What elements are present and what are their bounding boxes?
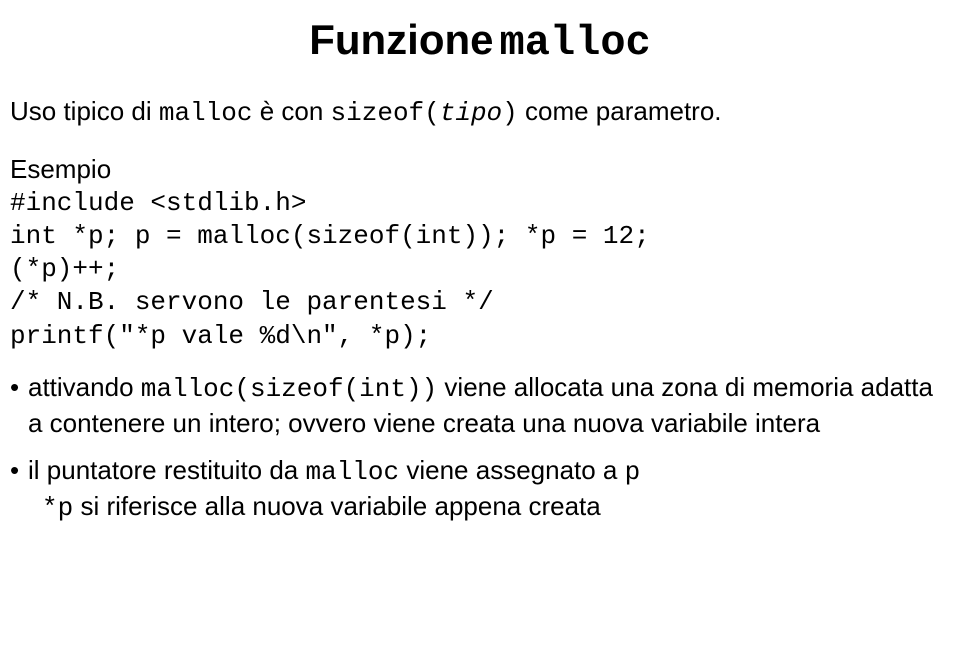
bullet-item-2: il puntatore restituito da malloc viene …	[10, 454, 950, 526]
title-word: Funzione	[309, 16, 493, 63]
example-label: Esempio	[10, 154, 950, 185]
slide-title: Funzionemalloc	[10, 16, 950, 67]
title-code: malloc	[500, 19, 651, 67]
bullet2-line1-pre: il puntatore restituito da	[28, 455, 306, 485]
intro-mono-malloc: malloc	[159, 98, 253, 128]
intro-text-mid: è con	[252, 96, 330, 126]
intro-mono-sizeof-open: sizeof(	[331, 98, 440, 128]
bullet2-line2-wrap: *p si riferisce alla nuova variabile app…	[28, 490, 950, 526]
bullet-list: attivando malloc(sizeof(int)) viene allo…	[10, 371, 950, 526]
bullet2-line1-mono: malloc	[306, 457, 400, 487]
intro-text-post: come parametro.	[518, 96, 722, 126]
bullet2-line1-mono2: p	[625, 457, 641, 487]
bullet-item-1: attivando malloc(sizeof(int)) viene allo…	[10, 371, 950, 441]
intro-mono-tipo: tipo	[440, 98, 502, 128]
code-block: #include <stdlib.h> int *p; p = malloc(s…	[10, 187, 950, 353]
intro-text-pre: Uso tipico di	[10, 96, 159, 126]
bullet1-mono: malloc(sizeof(int))	[141, 374, 437, 404]
bullet1-pre: attivando	[28, 372, 141, 402]
bullet2-line2-post: si riferisce alla nuova variabile appena…	[73, 491, 601, 521]
bullet2-line2-mono: *p	[42, 493, 73, 523]
intro-paragraph: Uso tipico di malloc è con sizeof(tipo) …	[10, 95, 950, 130]
bullet2-line1-mid: viene assegnato a	[399, 455, 625, 485]
intro-mono-close: )	[502, 98, 518, 128]
slide-page: Funzionemalloc Uso tipico di malloc è co…	[0, 0, 960, 550]
